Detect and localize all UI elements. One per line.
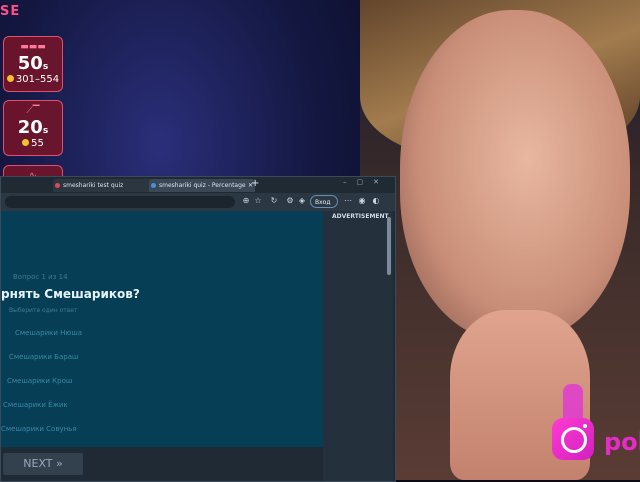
login-button[interactable]: Вход (310, 195, 338, 208)
new-tab-button[interactable]: + (251, 178, 259, 189)
shield-icon[interactable]: ◈ (297, 196, 307, 206)
vibration-wave-icon: ▬▬▬ (20, 42, 46, 52)
answer-option[interactable]: Смешарики Бараш (9, 353, 78, 361)
zoom-icon[interactable]: ⊕ (241, 196, 251, 206)
tip-card: ⟋▔ 20s 55 (3, 100, 63, 156)
question-hint: Выберите один ответ (9, 307, 78, 314)
instagram-handle: pol (604, 428, 640, 456)
instagram-icon (552, 418, 594, 460)
tip-tokens: 301–554 (15, 74, 60, 85)
answer-option[interactable]: Смешарики Ёжик (3, 401, 68, 409)
coin-icon (22, 139, 30, 146)
ad-label: ADVERTISEMENT (332, 213, 389, 220)
menu-icon[interactable]: ⋯ (343, 196, 353, 206)
tip-card: ▬▬▬ 50s 301–554 (3, 36, 63, 92)
star-icon[interactable]: ☆ (253, 196, 263, 206)
next-button[interactable]: NEXT » (3, 453, 83, 475)
quiz-footer: NEXT » (1, 447, 323, 481)
window-controls[interactable]: –▢✕ (343, 178, 389, 186)
tip-unit: s (42, 126, 49, 136)
tab-label: smeshariki test quiz (63, 182, 124, 189)
browser-logo-icon: ◉ (358, 196, 366, 205)
answer-option[interactable]: Смешарики Совунья (1, 425, 77, 433)
scrollbar[interactable] (387, 217, 391, 275)
tip-tokens: 55 (31, 138, 44, 149)
extension-icon[interactable]: ⚙ (285, 196, 295, 206)
browser-window: smeshariki test quiz ✕ smeshariki quiz -… (0, 176, 396, 482)
tip-unit: s (42, 62, 49, 72)
tip-duration: 20 (17, 117, 43, 138)
tab-bar: smeshariki test quiz ✕ smeshariki quiz -… (1, 177, 395, 193)
favicon-icon (55, 183, 60, 188)
vibration-ramp-icon: ⟋▔ (26, 106, 40, 116)
address-bar-row: ⊕ ☆ ↻ ⚙ ◈ Вход ⋯ ◉ ◐ (1, 193, 395, 211)
tab-label: smeshariki quiz - Percentage (159, 182, 246, 189)
tip-duration: 50 (17, 53, 43, 74)
address-input[interactable] (5, 196, 235, 208)
coin-icon (6, 75, 14, 82)
browser-tab-active[interactable]: smeshariki quiz - Percentage ✕ (149, 179, 255, 192)
question-counter: Вопрос 1 из 14 (13, 273, 68, 281)
answer-option[interactable]: Смешарики Нюша (15, 329, 82, 337)
refresh-icon[interactable]: ↻ (269, 196, 279, 206)
advertisement-panel: ADVERTISEMENT (323, 211, 393, 481)
browser-tab[interactable]: smeshariki test quiz ✕ (53, 179, 157, 192)
question-title: рнять Смешариков? (1, 287, 140, 301)
brand-logo: SE (0, 4, 21, 19)
answer-option[interactable]: Смешарики Крош (7, 377, 72, 385)
quiz-page: Вопрос 1 из 14 рнять Смешариков? Выберит… (1, 211, 323, 447)
favicon-icon (151, 183, 156, 188)
webcam-face (400, 10, 630, 340)
profile-icon[interactable]: ◐ (371, 196, 381, 206)
